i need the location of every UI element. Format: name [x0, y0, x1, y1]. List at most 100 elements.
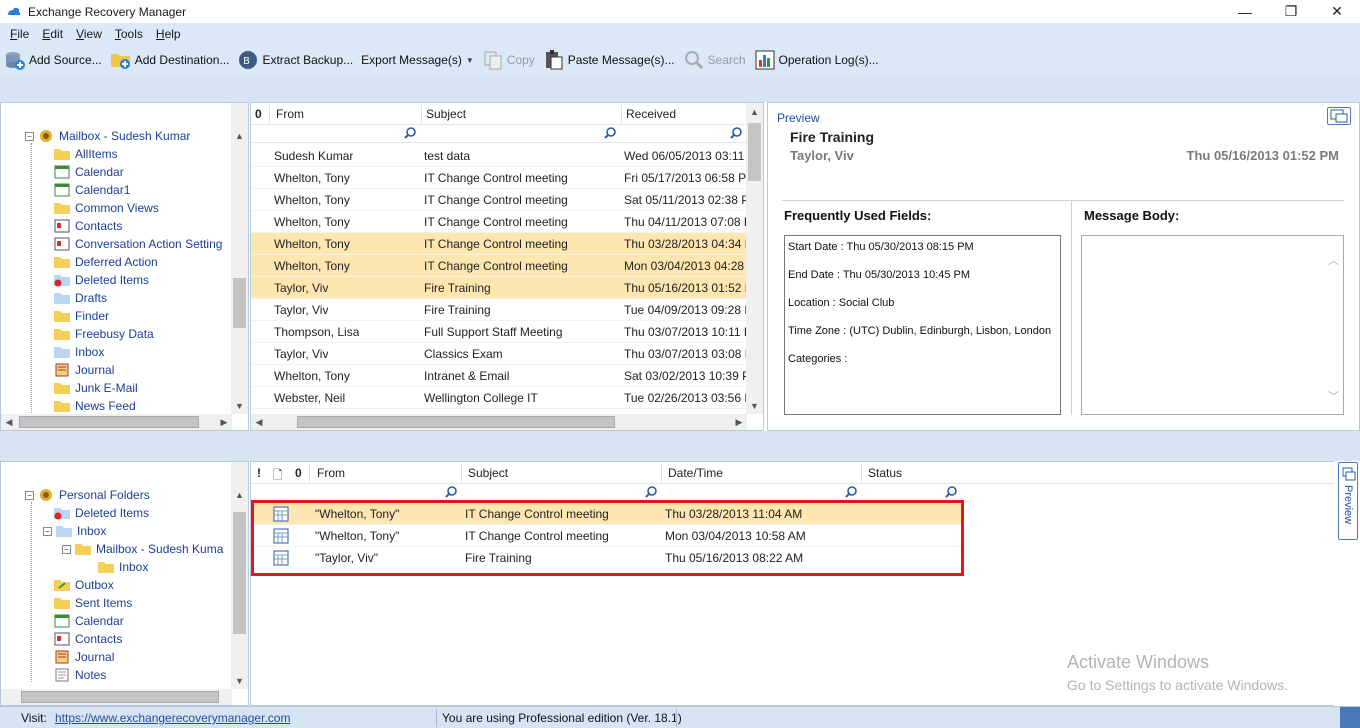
tree-node-personal-folders[interactable]: − Personal Folders	[25, 486, 150, 504]
menu-file[interactable]: File	[10, 27, 29, 41]
tree-node-inbox[interactable]: − Inbox	[43, 522, 106, 540]
scroll-thumb[interactable]	[297, 416, 615, 428]
scroll-up-icon[interactable]: ▲	[746, 103, 763, 120]
source-list-vscroll[interactable]: ▲ ▼	[746, 103, 763, 414]
search-button[interactable]: Search	[683, 47, 746, 73]
attachment-column-icon[interactable]: 0	[255, 107, 262, 121]
tree-node-freebusy-data[interactable]: Freebusy Data	[53, 325, 154, 343]
tree-node-common-views[interactable]: Common Views	[53, 199, 159, 217]
menu-edit[interactable]: Edit	[42, 27, 63, 41]
scroll-down-icon[interactable]: ﹀	[1328, 388, 1339, 404]
search-icon[interactable]	[729, 126, 743, 140]
table-row[interactable]: Taylor, Viv Fire Training Tue 04/09/2013 0…	[251, 299, 747, 321]
scroll-up-icon[interactable]: ▲	[231, 127, 248, 144]
website-link[interactable]: https://www.exchangerecoverymanager.com	[55, 711, 290, 725]
importance-column-icon[interactable]: !	[257, 466, 261, 480]
search-icon[interactable]	[944, 485, 958, 499]
table-row[interactable]: Sudesh Kumar test data Wed 06/05/2013 03:1…	[251, 145, 747, 167]
export-messages-button[interactable]: Export Message(s) ▼	[361, 47, 474, 73]
table-row-selected[interactable]: Taylor, Viv Fire Training Thu 05/16/2013 0…	[251, 277, 747, 299]
tree-node-inbox[interactable]: Inbox	[53, 343, 104, 361]
search-icon[interactable]	[403, 126, 417, 140]
table-row-selected[interactable]: Whelton, Tony IT Change Control meeting Mo…	[251, 255, 747, 277]
source-tree-hscroll[interactable]: ◀ ▶	[1, 414, 232, 430]
tree-node-sent-items[interactable]: Sent Items	[53, 594, 132, 612]
scroll-right-icon[interactable]: ▶	[731, 414, 747, 430]
tree-node-outbox[interactable]: Outbox	[53, 576, 114, 594]
column-status[interactable]: Status	[868, 466, 902, 480]
source-tree-vscroll[interactable]: ▲ ▼	[231, 103, 248, 414]
table-row-selected[interactable]: Whelton, Tony IT Change Control meeting Th…	[251, 233, 747, 255]
tree-node-deferred-action[interactable]: Deferred Action	[53, 253, 158, 271]
menu-help[interactable]: Help	[156, 27, 181, 41]
operation-logs-button[interactable]: Operation Log(s)...	[754, 47, 879, 73]
tree-node-calendar1[interactable]: Calendar1	[53, 181, 130, 199]
search-icon[interactable]	[444, 485, 458, 499]
column-subject[interactable]: Subject	[468, 466, 508, 480]
toggle-preview-button[interactable]	[1327, 107, 1351, 125]
collapse-icon[interactable]: −	[25, 490, 34, 500]
scroll-thumb[interactable]	[748, 123, 761, 181]
scroll-right-icon[interactable]: ▶	[216, 414, 232, 430]
collapse-icon[interactable]: −	[25, 131, 34, 141]
tree-node-allitems[interactable]: AllItems	[53, 145, 118, 163]
table-row[interactable]: Webster, Neil Wellington College IT Tue 02…	[251, 387, 747, 409]
maximize-button[interactable]: ❐	[1268, 0, 1314, 23]
scroll-down-icon[interactable]: ▼	[231, 397, 248, 414]
column-from[interactable]: From	[317, 466, 345, 480]
search-icon[interactable]	[844, 485, 858, 499]
tree-node-calendar[interactable]: Calendar	[53, 612, 124, 630]
tree-node-journal[interactable]: Journal	[53, 361, 114, 379]
tree-node-deleted-items[interactable]: Deleted Items	[53, 271, 149, 289]
table-row[interactable]: Whelton, Tony IT Change Control meeting Sa…	[251, 189, 747, 211]
add-source-button[interactable]: Add Source...	[4, 47, 102, 73]
minimize-button[interactable]: —	[1222, 0, 1268, 23]
tree-node-mailbox[interactable]: − Mailbox - Sudesh Kumar	[25, 127, 190, 145]
tree-node-conversation-action-setting[interactable]: Conversation Action Setting	[53, 235, 222, 253]
add-destination-button[interactable]: Add Destination...	[110, 47, 229, 73]
column-date-time[interactable]: Date/Time	[668, 466, 723, 480]
table-row[interactable]: Thompson, Lisa Full Support Staff Meeting…	[251, 321, 747, 343]
menu-tools[interactable]: Tools	[115, 27, 143, 41]
scroll-left-icon[interactable]: ◀	[1, 414, 17, 430]
scroll-down-icon[interactable]: ▼	[746, 397, 763, 414]
table-row[interactable]: Whelton, Tony Intranet & Email Sat 03/02/2…	[251, 365, 747, 387]
search-icon[interactable]	[603, 126, 617, 140]
collapse-icon[interactable]: −	[43, 526, 52, 536]
scroll-thumb[interactable]	[233, 278, 246, 328]
table-row[interactable]: Whelton, Tony IT Change Control meeting Th…	[251, 211, 747, 233]
search-icon[interactable]	[644, 485, 658, 499]
tree-node-journal[interactable]: Journal	[53, 648, 114, 666]
tree-node-news-feed[interactable]: News Feed	[53, 397, 136, 414]
tree-node-contacts[interactable]: Contacts	[53, 630, 122, 648]
tree-node-mailbox-sudesh-kumar[interactable]: − Mailbox - Sudesh Kuma	[62, 540, 223, 558]
scroll-thumb[interactable]	[19, 416, 199, 428]
table-row[interactable]: Whelton, Tony IT Change Control meeting Fr…	[251, 167, 747, 189]
destination-tree-vscroll[interactable]: ▲ ▼	[231, 462, 248, 689]
tree-node-drafts[interactable]: Drafts	[53, 289, 107, 307]
tree-node-calendar[interactable]: Calendar	[53, 163, 124, 181]
close-button[interactable]: ✕	[1314, 0, 1360, 23]
preview-side-tab[interactable]: Preview	[1338, 462, 1358, 540]
tree-node-deleted-items[interactable]: Deleted Items	[53, 504, 149, 522]
column-subject[interactable]: Subject	[426, 107, 466, 121]
column-received[interactable]: Received	[626, 107, 676, 121]
scroll-left-icon[interactable]: ◀	[251, 414, 267, 430]
scroll-up-icon[interactable]: ▲	[231, 486, 248, 503]
tree-node-junk-email[interactable]: Junk E-Mail	[53, 379, 138, 397]
extract-backup-button[interactable]: B Extract Backup...	[237, 47, 353, 73]
resize-grip[interactable]	[1340, 707, 1360, 728]
collapse-icon[interactable]: −	[62, 544, 71, 554]
tree-node-inbox-sub[interactable]: Inbox	[97, 558, 148, 576]
column-from[interactable]: From	[276, 107, 304, 121]
tree-node-contacts[interactable]: Contacts	[53, 217, 122, 235]
tree-node-notes[interactable]: Notes	[53, 666, 106, 684]
scroll-thumb[interactable]	[21, 691, 219, 703]
message-body-box[interactable]: ︿ ﹀	[1081, 235, 1344, 415]
scroll-up-icon[interactable]: ︿	[1328, 252, 1339, 268]
copy-button[interactable]: Copy	[482, 47, 535, 73]
destination-tree-hscroll[interactable]	[1, 689, 232, 705]
menu-view[interactable]: View	[76, 27, 102, 41]
scroll-down-icon[interactable]: ▼	[231, 672, 248, 689]
attachment-column-icon[interactable]: 0	[295, 466, 302, 480]
